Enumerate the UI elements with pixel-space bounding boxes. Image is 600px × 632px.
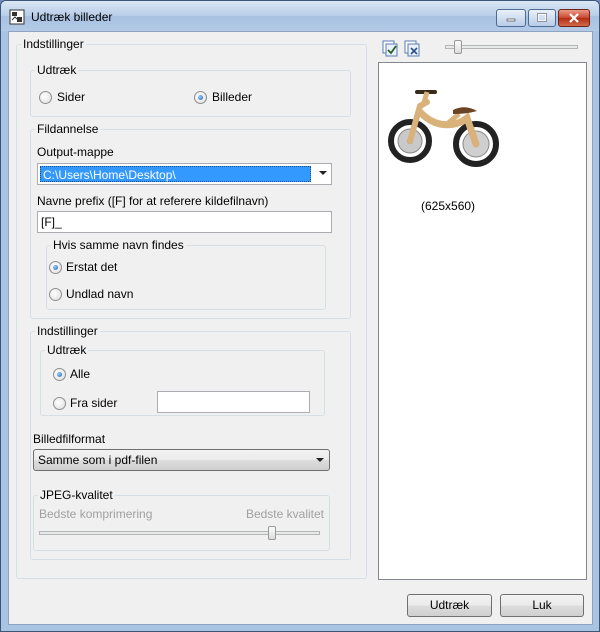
extract-button[interactable]: Udtræk <box>407 594 492 617</box>
page-range-group: Udtræk Alle Fra sider <box>40 343 325 416</box>
same-name-group: Hvis samme navn findes Erstat det Undlad… <box>46 238 326 310</box>
thumbnail-caption: (625x560) <box>421 199 476 213</box>
zoom-track[interactable] <box>445 45 578 49</box>
chevron-down-icon <box>316 458 324 462</box>
app-window: Udtræk billeder Indstillinger Udtræk Sid… <box>0 0 600 632</box>
output-folder-label: Output-mappe <box>37 145 114 159</box>
chevron-down-icon[interactable] <box>319 171 327 175</box>
radio-images-label[interactable]: Billeder <box>212 90 252 104</box>
window-title: Udtræk billeder <box>31 10 113 24</box>
image-format-label: Billedfilformat <box>33 432 106 446</box>
maximize-button[interactable] <box>528 9 556 27</box>
options-legend: Indstillinger <box>35 324 100 338</box>
extract-images-app-icon <box>9 9 25 25</box>
file-naming-legend: Fildannelse <box>35 122 101 136</box>
radio-pages-label[interactable]: Sider <box>57 90 85 104</box>
select-all-icon[interactable] <box>381 39 399 57</box>
zoom-thumb[interactable] <box>454 40 463 54</box>
page-range-legend: Udtræk <box>45 343 89 357</box>
close-icon <box>559 10 589 26</box>
extract-type-group: Udtræk Sider Billeder <box>30 63 351 117</box>
radio-images[interactable] <box>194 91 207 104</box>
settings-panel: Indstillinger Udtræk Sider Billeder Fild… <box>16 37 367 579</box>
best-quality-label: Bedste kvalitet <box>245 507 324 521</box>
radio-from-pages-label[interactable]: Fra sider <box>70 396 117 410</box>
title-bar[interactable]: Udtræk billeder <box>1 1 599 31</box>
file-naming-group: Fildannelse Output-mappe C:\Users\Home\D… <box>30 122 351 319</box>
preview-toolbar <box>378 36 587 60</box>
output-folder-value: C:\Users\Home\Desktop\ <box>40 166 311 182</box>
minimize-button[interactable] <box>496 9 526 27</box>
radio-skip-label[interactable]: Undlad navn <box>66 287 133 301</box>
thumbnail-image[interactable] <box>387 78 506 185</box>
radio-skip[interactable] <box>49 288 62 301</box>
best-compression-label: Bedste komprimering <box>39 507 153 521</box>
radio-from-pages[interactable] <box>53 397 66 410</box>
radio-all[interactable] <box>53 368 66 381</box>
balance-bike-image <box>387 78 506 185</box>
radio-replace[interactable] <box>49 261 62 274</box>
page-range-input[interactable] <box>157 391 310 413</box>
deselect-all-icon[interactable] <box>403 39 421 57</box>
image-format-value: Samme som i pdf-filen <box>38 453 158 467</box>
minimize-icon <box>497 10 525 26</box>
radio-pages[interactable] <box>39 91 52 104</box>
jpeg-quality-track[interactable] <box>39 531 320 535</box>
options-group: Indstillinger Udtræk Alle Fra sider Bill… <box>30 324 351 560</box>
close-button[interactable] <box>558 9 590 27</box>
settings-panel-legend: Indstillinger <box>21 37 86 51</box>
radio-replace-label[interactable]: Erstat det <box>66 260 117 274</box>
jpeg-quality-legend: JPEG-kvalitet <box>38 488 115 502</box>
extract-type-legend: Udtræk <box>35 63 79 77</box>
image-format-select[interactable]: Samme som i pdf-filen <box>33 449 330 471</box>
same-name-legend: Hvis samme navn findes <box>51 238 186 252</box>
name-prefix-label: Navne prefix ([F] for at referere kildef… <box>37 194 269 208</box>
jpeg-quality-thumb[interactable] <box>268 526 277 540</box>
preview-pane: (625x560) <box>378 62 587 580</box>
name-prefix-input[interactable]: [F]_ <box>37 211 332 233</box>
output-folder-combo[interactable]: C:\Users\Home\Desktop\ <box>37 163 332 185</box>
jpeg-quality-group: JPEG-kvalitet Bedste komprimering Bedste… <box>33 488 330 551</box>
radio-all-label[interactable]: Alle <box>70 367 90 381</box>
dialog-body: Indstillinger Udtræk Sider Billeder Fild… <box>8 31 593 625</box>
close-dialog-button[interactable]: Luk <box>500 594 584 617</box>
maximize-icon <box>529 10 555 26</box>
